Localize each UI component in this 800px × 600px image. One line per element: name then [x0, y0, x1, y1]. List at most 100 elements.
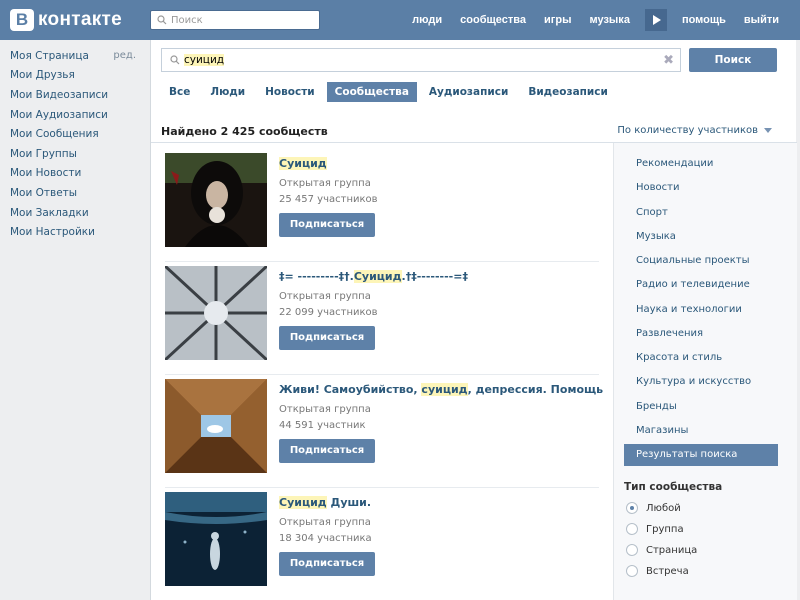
sidebar-item-label: Мои Друзья [10, 69, 75, 82]
group-type: Открытая группа [279, 517, 371, 528]
radio-any[interactable]: Любой [626, 500, 681, 516]
group-type: Открытая группа [279, 178, 371, 189]
community-type-title: Тип сообщества [624, 481, 723, 493]
nav-music[interactable]: музыка [580, 14, 638, 26]
category-radio-tv[interactable]: Радио и телевидение [624, 274, 778, 296]
sidebar-item-answers[interactable]: Мои Ответы [10, 183, 140, 203]
nav-communities[interactable]: сообщества [451, 14, 535, 26]
sort-label: По количеству участников [617, 125, 758, 136]
results-list: Суицид Открытая группа 25 457 участников… [151, 143, 613, 600]
nav-logout[interactable]: выйти [735, 14, 788, 26]
clear-icon[interactable]: ✖ [663, 53, 674, 68]
sidebar-item-label: Мои Аудиозаписи [10, 108, 108, 121]
filter-panel: Рекомендации Новости Спорт Музыка Социал… [613, 143, 797, 600]
nav-games[interactable]: игры [535, 14, 580, 26]
sidebar-item-label: Мои Новости [10, 167, 82, 180]
category-brands[interactable]: Бренды [624, 396, 778, 418]
sidebar-item-label: Мои Ответы [10, 186, 78, 199]
subscribe-button[interactable]: Подписаться [279, 552, 375, 576]
sidebar-item-settings[interactable]: Мои Настройки [10, 222, 140, 242]
nav-people[interactable]: люди [403, 14, 451, 26]
header-search-input[interactable]: Поиск [150, 10, 320, 30]
category-beauty-style[interactable]: Красота и стиль [624, 347, 778, 369]
group-avatar[interactable] [165, 379, 267, 473]
category-entertainment[interactable]: Развлечения [624, 323, 778, 345]
play-icon[interactable] [644, 9, 667, 31]
group-members-count: 18 304 участника [279, 533, 372, 544]
search-icon [157, 15, 167, 25]
sidebar-item-groups[interactable]: Мои Группы [10, 144, 140, 164]
radio-group[interactable]: Группа [626, 521, 684, 537]
search-tabs: Все Люди Новости Сообщества Аудиозаписи … [161, 82, 616, 102]
results-count: Найдено 2 425 сообществ [161, 125, 328, 138]
sidebar-item-messages[interactable]: Мои Сообщения [10, 124, 140, 144]
radio-button[interactable] [626, 565, 638, 577]
category-culture-art[interactable]: Культура и искусство [624, 371, 778, 393]
main-content: суицид ✖ Поиск Все Люди Новости Сообщест… [150, 40, 797, 600]
subscribe-button[interactable]: Подписаться [279, 326, 375, 350]
tab-all[interactable]: Все [161, 82, 198, 102]
category-music[interactable]: Музыка [624, 226, 778, 248]
search-icon [170, 55, 180, 65]
top-header: B контакте Поиск люди сообщества игры му… [0, 0, 800, 40]
category-social-projects[interactable]: Социальные проекты [624, 250, 778, 272]
list-item: ‡= ---------‡†.Суицид.†‡--------=‡ Откры… [165, 256, 605, 360]
sidebar-item-friends[interactable]: Мои Друзья [10, 66, 140, 86]
category-sport[interactable]: Спорт [624, 202, 778, 224]
sidebar-item-label: Мои Сообщения [10, 128, 99, 141]
group-name-link[interactable]: Суицид Души. [279, 496, 371, 509]
sidebar-item-audio[interactable]: Мои Аудиозаписи [10, 105, 140, 125]
subscribe-button[interactable]: Подписаться [279, 439, 375, 463]
group-avatar[interactable] [165, 492, 267, 586]
vk-logo-text: контакте [38, 9, 122, 30]
category-recommendations[interactable]: Рекомендации [624, 153, 778, 175]
search-button[interactable]: Поиск [689, 48, 777, 72]
sidebar-item-my-page[interactable]: Моя Страница ред. [10, 46, 140, 66]
tab-audio[interactable]: Аудиозаписи [421, 82, 516, 102]
list-item: Живи! Самоубийство, суицид, депрессия. П… [165, 369, 605, 473]
radio-page[interactable]: Страница [626, 542, 697, 558]
category-news[interactable]: Новости [624, 177, 778, 199]
group-name-link[interactable]: Живи! Самоубийство, суицид, депрессия. П… [279, 383, 603, 396]
sidebar-item-label: Мои Закладки [10, 206, 89, 219]
search-input[interactable]: суицид ✖ [161, 48, 681, 72]
category-search-results[interactable]: Результаты поиска [624, 444, 778, 466]
radio-button[interactable] [626, 523, 638, 535]
tab-communities[interactable]: Сообщества [326, 82, 417, 102]
list-item: Суицид Открытая группа 25 457 участников… [165, 143, 605, 247]
nav-help[interactable]: помощь [673, 14, 735, 26]
group-name-link[interactable]: Суицид [279, 157, 327, 170]
group-members-count: 25 457 участников [279, 194, 378, 205]
chevron-down-icon [764, 127, 772, 133]
list-item: Суицид Души. Открытая группа 18 304 учас… [165, 482, 605, 586]
category-science-tech[interactable]: Наука и технологии [624, 299, 778, 321]
sidebar-item-bookmarks[interactable]: Мои Закладки [10, 203, 140, 223]
header-search-placeholder: Поиск [171, 14, 203, 26]
top-nav: люди сообщества игры музыка помощь выйти [403, 0, 788, 40]
tab-video[interactable]: Видеозаписи [520, 82, 616, 102]
radio-event[interactable]: Встреча [626, 563, 689, 579]
vk-logo[interactable]: B контакте [10, 8, 122, 32]
sort-dropdown[interactable]: По количеству участников [617, 125, 772, 136]
category-shops[interactable]: Магазины [624, 420, 778, 442]
tab-people[interactable]: Люди [202, 82, 253, 102]
group-avatar[interactable] [165, 153, 267, 247]
radio-button[interactable] [626, 502, 638, 514]
group-members-count: 44 591 участник [279, 420, 366, 431]
sidebar-item-news[interactable]: Мои Новости [10, 164, 140, 184]
tab-news[interactable]: Новости [257, 82, 323, 102]
group-type: Открытая группа [279, 291, 371, 302]
group-avatar[interactable] [165, 266, 267, 360]
sidebar-item-label: Моя Страница [10, 49, 89, 62]
sidebar-item-label: Мои Группы [10, 147, 77, 160]
edit-link[interactable]: ред. [113, 50, 136, 61]
sidebar-item-videos[interactable]: Мои Видеозаписи [10, 85, 140, 105]
sidebar-item-label: Мои Настройки [10, 226, 95, 239]
sidebar-item-label: Мои Видеозаписи [10, 88, 109, 101]
vk-logo-badge: B [10, 9, 34, 31]
search-query-value: суицид [184, 54, 225, 66]
subscribe-button[interactable]: Подписаться [279, 213, 375, 237]
radio-button[interactable] [626, 544, 638, 556]
group-members-count: 22 099 участников [279, 307, 378, 318]
group-name-link[interactable]: ‡= ---------‡†.Суицид.†‡--------=‡ [279, 270, 468, 283]
